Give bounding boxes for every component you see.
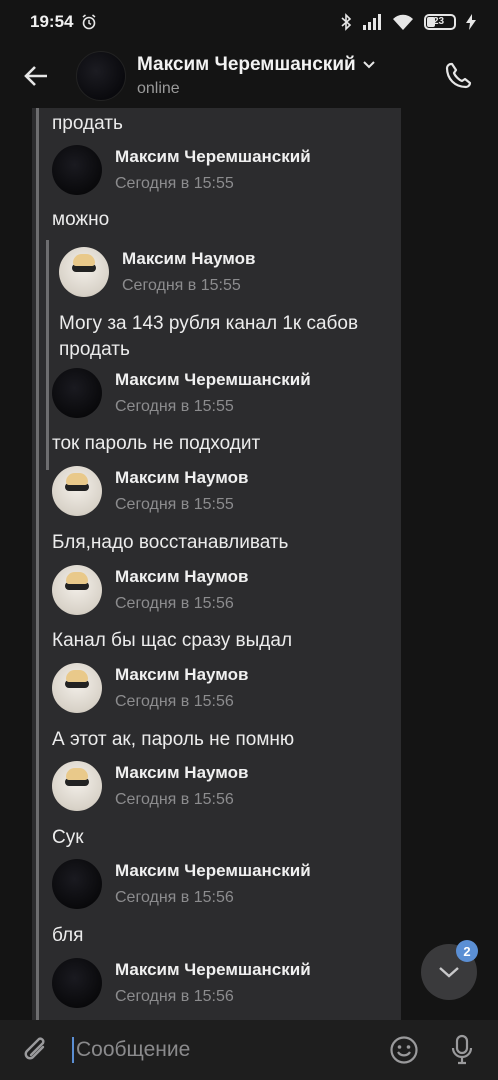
message-text: продать [52, 113, 123, 134]
contact-status: online [137, 80, 180, 97]
author-name: Максим Наумов [115, 665, 249, 684]
message-author: Максим Черемшанский Сегодня в 15:55 [52, 367, 311, 419]
message-author: Максим Черемшанский Сегодня в 15:55 [52, 144, 311, 196]
status-bar: 19:54 23 [0, 0, 498, 44]
bluetooth-icon [341, 13, 352, 31]
forward-bar [36, 108, 39, 1020]
message-author: Максим Наумов Сегодня в 15:56 [52, 564, 248, 616]
author-name: Максим Черемшанский [115, 861, 311, 880]
message-text: А этот ак, пароль не помню [52, 729, 295, 750]
message-time: Сегодня в 15:56 [115, 791, 234, 808]
charging-icon [466, 14, 476, 30]
unread-badge: 2 [456, 940, 478, 962]
author-name: Максим Наумов [115, 763, 249, 782]
battery-indicator: 23 [424, 14, 456, 30]
author-name: Максим Наумов [115, 567, 249, 586]
message-time: Сегодня в 15:56 [115, 988, 234, 1005]
message-author: Максим Черемшанский Сегодня в 15:56 [52, 957, 311, 1009]
chevron-down-icon [439, 967, 459, 978]
emoji-button[interactable] [384, 1030, 424, 1070]
message-text: Бля,надо восстанавливать [52, 532, 289, 553]
avatar[interactable] [52, 368, 102, 418]
message-author: Максим Наумов Сегодня в 15:56 [52, 662, 248, 714]
author-name: Максим Наумов [115, 468, 249, 487]
phone-icon [445, 62, 472, 89]
avatar[interactable] [52, 145, 102, 195]
avatar[interactable] [52, 859, 102, 909]
avatar[interactable] [59, 247, 109, 297]
microphone-icon [451, 1034, 473, 1065]
avatar[interactable] [52, 565, 102, 615]
author-name: Максим Наумов [122, 249, 256, 268]
message-author: Максим Наумов Сегодня в 15:56 [52, 760, 248, 812]
signal-icon [363, 14, 381, 30]
chevron-down-icon [362, 61, 375, 69]
back-button[interactable] [14, 54, 58, 98]
wifi-icon [393, 14, 413, 30]
message-input[interactable] [74, 1038, 364, 1062]
contact-name: Максим Черемшанский [137, 54, 356, 75]
message-text: Канал бы щас сразу выдал [52, 630, 293, 651]
author-name: Максим Черемшанский [115, 147, 311, 166]
message-author: Максим Черемшанский Сегодня в 15:56 [52, 858, 311, 910]
alarm-icon [83, 14, 96, 30]
message-text: Могу за 143 рубля канал 1к сабов продать [59, 313, 359, 360]
chat-area[interactable]: продать Максим Черемшанский Сегодня в 15… [0, 108, 498, 1020]
paperclip-icon [24, 1037, 45, 1060]
message-text: Сук [52, 827, 84, 848]
message-time: Сегодня в 15:56 [115, 693, 234, 710]
message-time: Сегодня в 15:56 [115, 595, 234, 612]
avatar[interactable] [52, 958, 102, 1008]
avatar[interactable] [52, 466, 102, 516]
message-author: Максим Наумов Сегодня в 15:55 [52, 465, 248, 517]
microphone-button[interactable] [442, 1030, 482, 1070]
author-name: Максим Черемшанский [115, 960, 311, 979]
message-time: Сегодня в 15:55 [115, 175, 234, 192]
message-time: Сегодня в 15:55 [122, 277, 241, 294]
chat-header: Максим Черемшанский online [0, 44, 498, 108]
message-author: Максим Наумов Сегодня в 15:55 [59, 246, 255, 298]
arrow-left-icon [24, 66, 47, 86]
call-button[interactable] [436, 54, 480, 98]
status-time: 19:54 [30, 12, 74, 31]
battery-level: 23 [433, 16, 445, 27]
message-text: ток пароль не подходит [52, 433, 261, 454]
smile-icon [390, 1036, 418, 1064]
nested-forward-bar [46, 240, 49, 470]
message-time: Сегодня в 15:56 [115, 889, 234, 906]
author-name: Максим Черемшанский [115, 370, 311, 389]
avatar[interactable] [52, 663, 102, 713]
message-text: бля [52, 925, 84, 946]
message-composer [0, 1020, 498, 1080]
message-text: можно [52, 209, 110, 230]
contact-avatar[interactable] [76, 51, 126, 101]
contact-info[interactable]: Максим Черемшанский online [137, 54, 376, 98]
avatar[interactable] [52, 761, 102, 811]
attach-button[interactable] [16, 1030, 56, 1070]
message-time: Сегодня в 15:55 [115, 398, 234, 415]
message-time: Сегодня в 15:55 [115, 496, 234, 513]
